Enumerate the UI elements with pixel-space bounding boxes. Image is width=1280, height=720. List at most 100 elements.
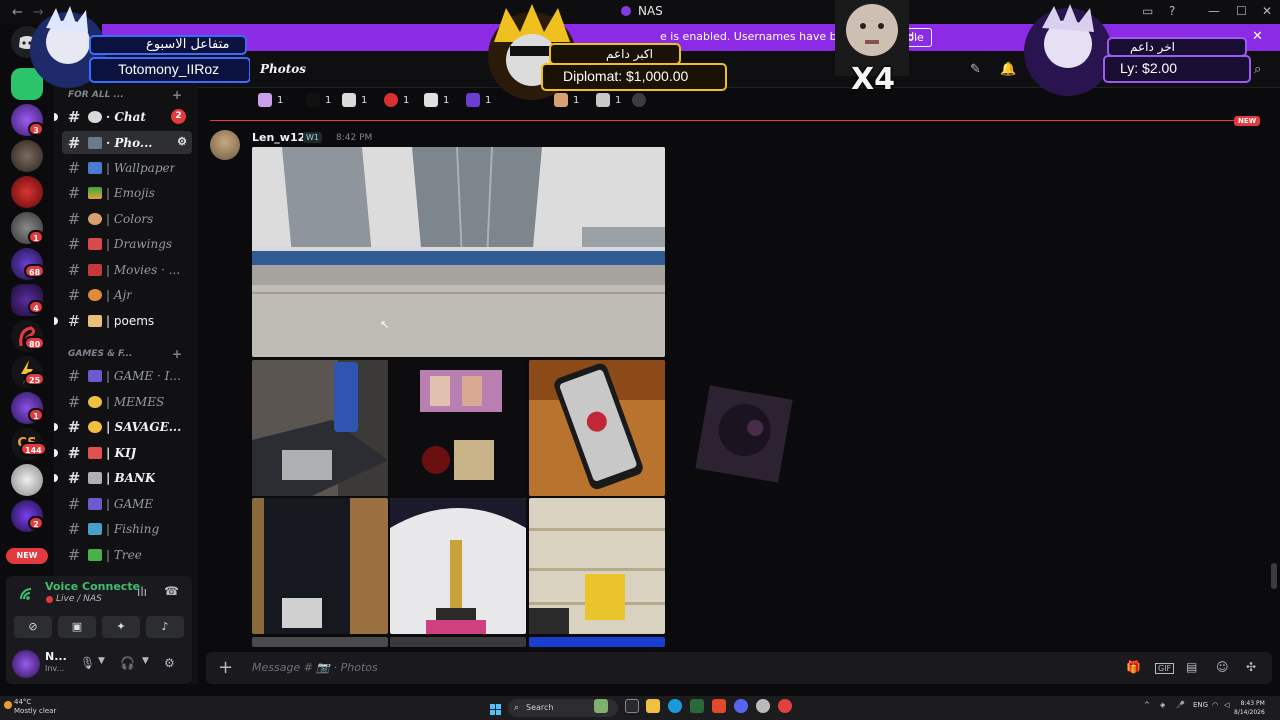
chevron-down-icon[interactable]: ▼ xyxy=(142,656,149,666)
channel-poems[interactable]: # | poems xyxy=(62,309,192,332)
bell-icon[interactable]: 🔔 xyxy=(1000,62,1016,77)
user-name[interactable]: N... xyxy=(45,650,67,663)
task-view-icon[interactable] xyxy=(625,699,639,713)
windows-start-icon[interactable] xyxy=(490,701,502,715)
channel-title: Photos xyxy=(260,62,307,76)
channel-ajr[interactable]: # | Ajr xyxy=(62,283,192,306)
server-icon-white[interactable] xyxy=(11,464,43,496)
soundboard-button[interactable]: ♪ xyxy=(146,616,184,638)
sapling-icon xyxy=(88,548,102,561)
settings-app-icon[interactable] xyxy=(756,699,770,713)
tray-mic-icon[interactable]: 🎤 xyxy=(1176,701,1185,709)
search-icon[interactable]: ⌕ xyxy=(1254,62,1261,77)
role-tag[interactable]: W1 xyxy=(303,132,322,143)
threads-icon[interactable]: ✎ xyxy=(970,62,981,77)
close-window-icon[interactable]: ✕ xyxy=(1262,4,1272,18)
category-header[interactable]: GAMES & F... + xyxy=(68,347,182,361)
edge-icon[interactable] xyxy=(668,699,682,713)
channel-movies[interactable]: # | Movies · ... xyxy=(62,258,192,281)
photo-partial[interactable] xyxy=(390,637,526,647)
weather-widget[interactable]: 44°C Mostly clear xyxy=(14,698,56,716)
activities-button[interactable]: ✦ xyxy=(102,616,140,638)
channel-emojis[interactable]: # | Emojis xyxy=(62,181,192,204)
message-composer[interactable]: + Message # 📷 · Photos 🎁 GIF ▤ ☺ ✣ xyxy=(206,652,1272,684)
channel-settings-icon[interactable]: ⚙ xyxy=(177,135,187,148)
channel-drawings[interactable]: # | Drawings xyxy=(62,232,192,255)
photo-can-and-tablet[interactable] xyxy=(252,360,388,496)
message-input[interactable]: Message # 📷 · Photos xyxy=(252,661,378,674)
new-unreads-pill[interactable]: NEW xyxy=(6,548,48,564)
reaction-count: 1 xyxy=(361,94,368,106)
photo-partial[interactable] xyxy=(252,637,388,647)
add-attachment-icon[interactable]: + xyxy=(218,657,233,678)
microphone-icon[interactable]: 🎙 xyxy=(80,656,95,670)
channel-name: | MEMES xyxy=(106,394,165,409)
sound-bars-icon[interactable]: ılı xyxy=(137,585,147,599)
channel-kij[interactable]: # | KIJ xyxy=(62,441,192,464)
reaction[interactable]: 1 xyxy=(424,91,449,109)
reaction[interactable]: 1 xyxy=(306,91,331,109)
reaction-emoji-icon xyxy=(258,93,272,107)
server-icon-person[interactable] xyxy=(11,140,43,172)
avatar[interactable] xyxy=(12,650,40,678)
photo-train-buildings[interactable] xyxy=(252,147,665,357)
top-supporter-overlay: اكبر داعم Diplomat: $1,000.00 xyxy=(472,2,728,106)
photo-shop-shelves[interactable] xyxy=(529,498,665,634)
keyboard-language[interactable]: ENG xyxy=(1193,701,1208,709)
message-author[interactable]: Len_w12 xyxy=(252,131,305,144)
photo-dark-room[interactable] xyxy=(252,498,388,634)
add-channel-icon[interactable]: + xyxy=(172,347,182,361)
avatar[interactable] xyxy=(210,130,240,160)
photo-tv-screen[interactable] xyxy=(390,360,526,496)
chat-scrollbar[interactable] xyxy=(1271,563,1277,589)
user-panel: N... Inv... 🎙 ▼ 🎧 ▼ ⚙ xyxy=(6,644,192,684)
sticker-icon[interactable]: ▤ xyxy=(1186,660,1197,674)
weekly-title: متفاعل الاسبوع xyxy=(146,37,230,52)
wifi-icon[interactable]: ◠ xyxy=(1212,701,1218,709)
channel-bank[interactable]: # | BANK xyxy=(62,466,192,489)
camera-off-button[interactable]: ⊘ xyxy=(14,616,52,638)
tray-chevron-icon[interactable]: ^ xyxy=(1144,701,1150,709)
channel-game[interactable]: # | GAME xyxy=(62,492,192,515)
discord-icon[interactable] xyxy=(734,699,748,713)
server-badge: 3 xyxy=(28,122,44,136)
back-arrow-icon[interactable]: ← xyxy=(12,5,23,20)
screen-share-button[interactable]: ▣ xyxy=(58,616,96,638)
taskbar-clock[interactable]: 8:43 PM 8/14/2026 xyxy=(1234,699,1265,717)
emoji-icon[interactable]: ☺ xyxy=(1216,660,1229,674)
brave-icon[interactable] xyxy=(712,699,726,713)
gear-icon[interactable]: ⚙ xyxy=(164,656,175,670)
apps-icon[interactable]: ✣ xyxy=(1246,660,1256,674)
channel-colors[interactable]: # | Colors xyxy=(62,207,192,230)
gif-icon[interactable]: GIF xyxy=(1155,663,1175,674)
smirk-icon xyxy=(88,420,102,433)
signal-icon[interactable] xyxy=(18,584,36,602)
channel-fishing[interactable]: # | Fishing xyxy=(62,517,192,540)
reaction[interactable]: 1 xyxy=(258,91,283,109)
disconnect-icon[interactable]: ☎ xyxy=(164,584,179,598)
photo-trophy[interactable] xyxy=(390,498,526,634)
reaction[interactable]: 1 xyxy=(342,91,367,109)
server-icon-red[interactable] xyxy=(11,176,43,208)
reaction[interactable]: 1 xyxy=(384,91,409,109)
store-icon[interactable] xyxy=(690,699,704,713)
volume-icon[interactable]: ◁ xyxy=(1224,701,1229,709)
voice-status[interactable]: Voice Connecte xyxy=(45,580,140,593)
photo-phone-rose[interactable] xyxy=(529,360,665,496)
recorder-icon[interactable] xyxy=(778,699,792,713)
gift-icon[interactable]: 🎁 xyxy=(1126,660,1141,674)
channel-chat[interactable]: # · Chat 2 xyxy=(62,105,192,128)
channel-tree[interactable]: # | Tree xyxy=(62,543,192,566)
channel-memes[interactable]: # | MEMES xyxy=(62,390,192,413)
file-explorer-icon[interactable] xyxy=(646,699,660,713)
headphones-icon[interactable]: 🎧 xyxy=(120,656,135,670)
server-badge: 2 xyxy=(28,516,44,530)
channel-savage[interactable]: # | SAVAGE... xyxy=(62,415,192,438)
chevron-down-icon[interactable]: ▼ xyxy=(98,656,105,666)
channel-photos[interactable]: # · Pho... ⚙ xyxy=(62,131,192,154)
tray-app-icon[interactable]: ◈ xyxy=(1160,701,1165,709)
photo-partial[interactable] xyxy=(529,637,665,647)
unread-indicator xyxy=(54,113,58,121)
channel-wallpaper[interactable]: # | Wallpaper xyxy=(62,156,192,179)
channel-game-i[interactable]: # | GAME · I... xyxy=(62,364,192,387)
